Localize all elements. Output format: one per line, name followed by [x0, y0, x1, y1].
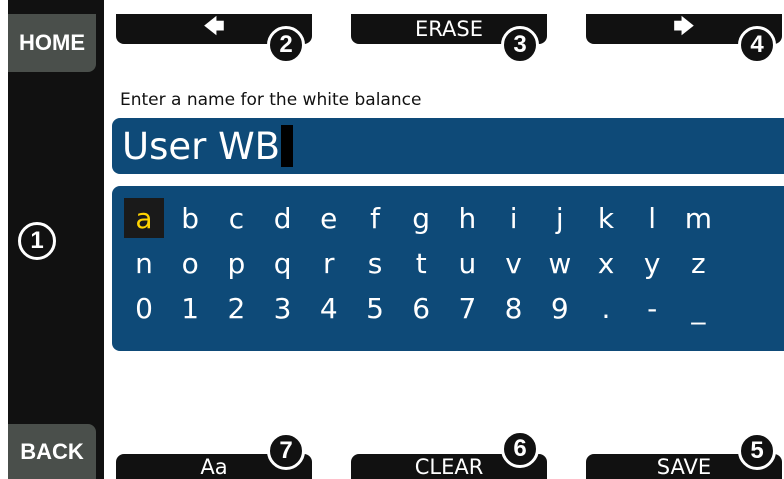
- key-6[interactable]: 6: [401, 288, 441, 328]
- key-s[interactable]: s: [355, 243, 395, 283]
- callout-7: 7: [267, 432, 305, 470]
- arrow-left-icon: 🡄: [203, 13, 225, 38]
- text-cursor: [281, 125, 294, 167]
- key-underscore[interactable]: _: [678, 288, 718, 328]
- key-8[interactable]: 8: [494, 288, 534, 328]
- key-3[interactable]: 3: [263, 288, 303, 328]
- key-d[interactable]: d: [263, 198, 303, 238]
- key-2[interactable]: 2: [216, 288, 256, 328]
- key-f[interactable]: f: [355, 198, 395, 238]
- key-r[interactable]: r: [309, 243, 349, 283]
- callout-5: 5: [738, 432, 776, 470]
- key-o[interactable]: o: [170, 243, 210, 283]
- key-l[interactable]: l: [632, 198, 672, 238]
- key-t[interactable]: t: [401, 243, 441, 283]
- back-button[interactable]: BACK: [8, 424, 96, 479]
- name-input[interactable]: User WB: [112, 118, 784, 174]
- key-g[interactable]: g: [401, 198, 441, 238]
- key-a[interactable]: a: [124, 198, 164, 238]
- key-j[interactable]: j: [540, 198, 580, 238]
- key-w[interactable]: w: [540, 243, 580, 283]
- callout-4: 4: [738, 26, 776, 64]
- callout-6: 6: [501, 430, 539, 468]
- key-7[interactable]: 7: [447, 288, 487, 328]
- key-y[interactable]: y: [632, 243, 672, 283]
- key-k[interactable]: k: [586, 198, 626, 238]
- key-5[interactable]: 5: [355, 288, 395, 328]
- name-input-value: User WB: [122, 124, 281, 168]
- key-p[interactable]: p: [216, 243, 256, 283]
- prompt-label: Enter a name for the white balance: [120, 90, 422, 110]
- key-1[interactable]: 1: [170, 288, 210, 328]
- key-period[interactable]: .: [586, 288, 626, 328]
- key-h[interactable]: h: [447, 198, 487, 238]
- callout-3: 3: [501, 26, 539, 64]
- character-keyboard: a b c d e f g h i j k l m n o p q r s t u v w x y z 0 1 2 3 4 5 6 7 8 9. - _: [112, 186, 784, 351]
- home-button[interactable]: HOME: [8, 14, 96, 72]
- key-c[interactable]: c: [216, 198, 256, 238]
- callout-1: 1: [18, 222, 56, 260]
- key-q[interactable]: q: [263, 243, 303, 283]
- key-0[interactable]: 0: [124, 288, 164, 328]
- key-x[interactable]: x: [586, 243, 626, 283]
- key-4[interactable]: 4: [309, 288, 349, 328]
- callout-2: 2: [267, 26, 305, 64]
- key-dash[interactable]: -: [632, 288, 672, 328]
- key-i[interactable]: i: [494, 198, 534, 238]
- key-v[interactable]: v: [494, 243, 534, 283]
- arrow-right-icon: 🡆: [673, 13, 695, 38]
- key-m[interactable]: m: [678, 198, 718, 238]
- key-9[interactable]: 9: [540, 288, 580, 328]
- key-u[interactable]: u: [447, 243, 487, 283]
- key-e[interactable]: e: [309, 198, 349, 238]
- key-z[interactable]: z: [678, 243, 718, 283]
- key-b[interactable]: b: [170, 198, 210, 238]
- key-n[interactable]: n: [124, 243, 164, 283]
